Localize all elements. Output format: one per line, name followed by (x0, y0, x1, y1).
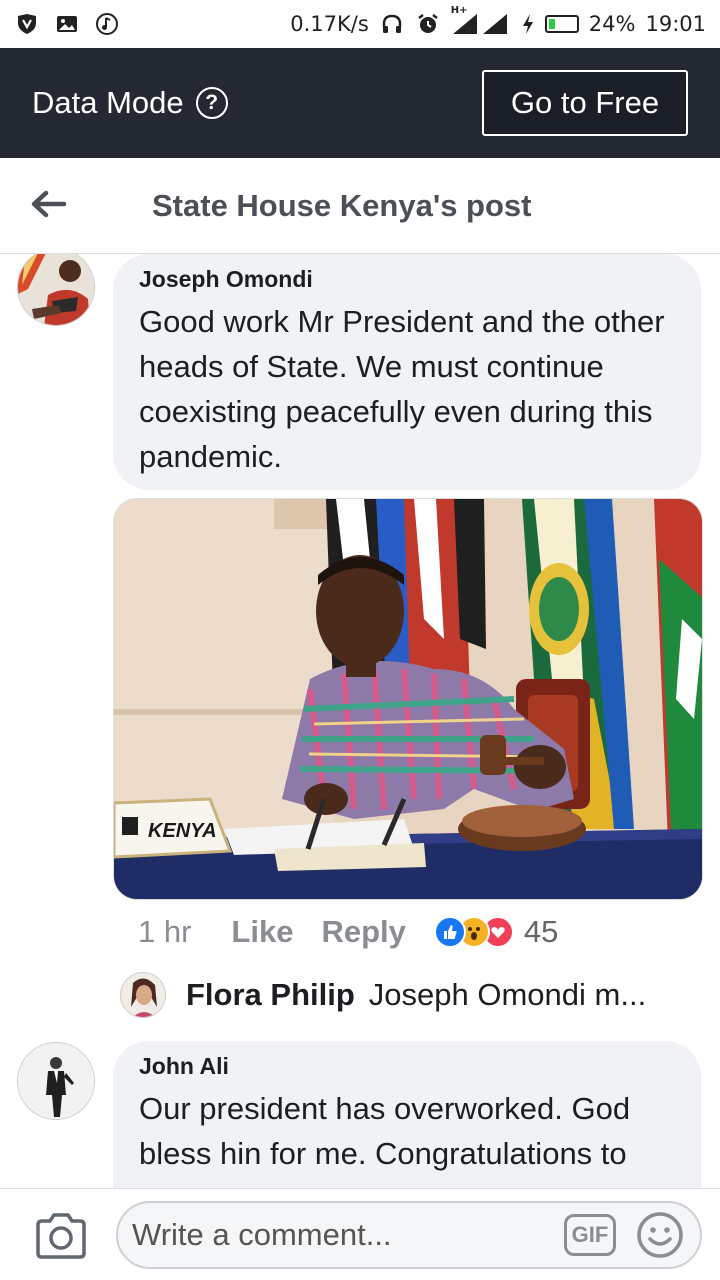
like-button[interactable]: Like (231, 914, 293, 950)
reply-text: Joseph Omondi m... (368, 977, 647, 1012)
network-type: H+ (450, 5, 468, 16)
headphones-icon (379, 11, 405, 37)
avatar[interactable] (120, 972, 166, 1018)
battery-level (548, 19, 556, 29)
alarm-icon (415, 11, 441, 37)
data-mode-bar: Data Mode ? Go to Free (0, 48, 720, 158)
comment-author[interactable]: Joseph Omondi (139, 266, 677, 293)
go-to-free-button[interactable]: Go to Free (482, 70, 688, 136)
avatar[interactable] (17, 254, 95, 326)
charging-icon (521, 11, 535, 37)
post-header: State House Kenya's post (0, 158, 720, 254)
avatar[interactable] (17, 1042, 95, 1120)
battery-icon (544, 15, 579, 33)
status-bar: 0.17K/s H+ 24% 19:01 (0, 0, 720, 48)
back-arrow-icon[interactable] (28, 184, 68, 224)
comment-bubble[interactable]: Joseph Omondi Good work Mr President and… (113, 254, 701, 490)
reaction-count[interactable]: 45 (524, 914, 558, 950)
reply-button[interactable]: Reply (321, 914, 405, 950)
reply-author[interactable]: Flora Philip (186, 977, 355, 1013)
comment-time[interactable]: 1 hr (138, 914, 191, 950)
comment-text: Our president has overworked. God bless … (139, 1091, 631, 1171)
data-mode-label: Data Mode (32, 85, 184, 120)
reactions[interactable] (433, 916, 514, 948)
comment-input[interactable] (132, 1213, 552, 1257)
comment-composer: GIF (0, 1188, 720, 1280)
reply-preview[interactable]: Flora Philip Joseph Omondi m... (120, 970, 700, 1020)
comment-text: Good work Mr President and the other hea… (139, 304, 665, 474)
like-reaction-icon (433, 916, 466, 948)
help-icon[interactable]: ? (195, 87, 228, 119)
comment-photo[interactable]: KENYA (113, 498, 703, 900)
comment-bubble[interactable]: John Ali Our president has overworked. G… (113, 1041, 701, 1188)
comment-input-box[interactable]: GIF (116, 1201, 702, 1269)
emoji-icon[interactable] (636, 1211, 684, 1259)
gif-button[interactable]: GIF (564, 1214, 616, 1256)
music-icon (94, 11, 120, 37)
camera-icon[interactable] (34, 1211, 88, 1261)
comment-actions: 1 hr Like Reply 45 (138, 910, 558, 954)
vpn-shield-icon (14, 11, 40, 37)
nameplate-label: KENYA (148, 820, 217, 842)
comments-list[interactable]: Joseph Omondi Good work Mr President and… (0, 254, 720, 1188)
network-speed: 0.17K/s (290, 12, 369, 36)
image-icon (54, 11, 80, 37)
data-mode-label-group[interactable]: Data Mode ? (32, 85, 228, 121)
signal-icon: H+ (451, 5, 511, 37)
comment-author[interactable]: John Ali (139, 1053, 677, 1080)
battery-percent: 24% (588, 12, 636, 36)
page-title: State House Kenya's post (152, 188, 532, 223)
clock: 19:01 (645, 12, 706, 36)
